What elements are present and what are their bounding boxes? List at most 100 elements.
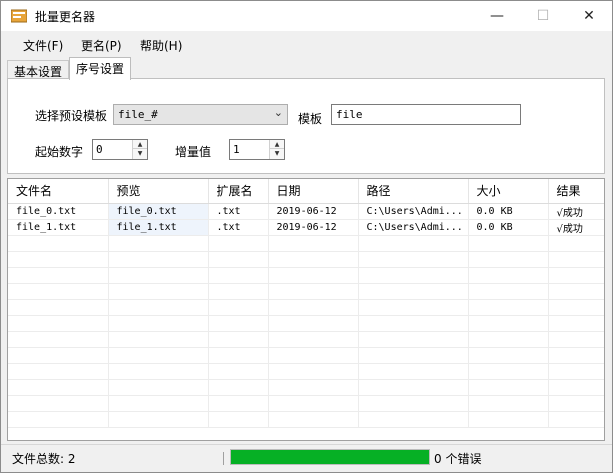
minimize-button[interactable]: — [474,1,520,31]
empty-row [8,315,604,332]
empty-cell [8,363,109,380]
empty-cell [108,299,209,316]
file-table: 文件名 预览 扩展名 日期 路径 大小 结果 file_0.txt file_0… [8,179,604,428]
template-value: file [336,108,363,121]
header-row: 文件名 预览 扩展名 日期 路径 大小 结果 [8,179,604,204]
empty-row [8,235,604,252]
column-header-preview[interactable]: 预览 [108,179,209,204]
tab-basic-settings[interactable]: 基本设置 [7,60,70,80]
increment-label: 增量值 [175,145,212,159]
empty-cell [108,347,209,364]
menu-file[interactable]: 文件(F) [23,37,63,54]
empty-cell [8,283,109,300]
empty-row [8,363,604,380]
empty-cell [268,395,359,412]
column-header-filename[interactable]: 文件名 [8,179,109,204]
spin-down-icon[interactable]: ▼ [133,149,147,158]
empty-cell [468,363,549,380]
empty-cell [468,315,549,332]
empty-cell [358,363,469,380]
empty-cell [358,331,469,348]
close-button[interactable]: ✕ [566,1,612,31]
cell-extension: .txt [208,219,269,236]
empty-cell [358,235,469,252]
chevron-down-icon: ⌄ [273,106,283,119]
preset-dropdown[interactable]: file_# ⌄ [113,104,288,125]
empty-cell [358,299,469,316]
empty-cell [268,347,359,364]
empty-cell [358,347,469,364]
table-row[interactable]: file_0.txt file_0.txt .txt 2019-06-12 C:… [8,203,604,220]
column-header-result[interactable]: 结果 [548,179,604,204]
spin-down-icon[interactable]: ▼ [270,149,284,158]
tab-sequence-settings[interactable]: 序号设置 [69,57,132,80]
empty-cell [8,315,109,332]
empty-cell [468,347,549,364]
status-bar: 文件总数: 2 0 个错误 [1,444,612,472]
app-icon [11,9,27,23]
empty-cell [358,267,469,284]
start-number-label: 起始数字 [35,145,84,159]
empty-cell [548,363,604,380]
empty-cell [108,395,209,412]
maximize-button[interactable]: ☐ [520,1,566,31]
table-row[interactable]: file_1.txt file_1.txt .txt 2019-06-12 C:… [8,219,604,236]
empty-cell [208,347,269,364]
empty-cell [468,267,549,284]
empty-cell [468,251,549,268]
empty-row [8,395,604,412]
cell-result: √成功 [548,203,604,220]
empty-cell [548,331,604,348]
empty-cell [108,363,209,380]
column-header-extension[interactable]: 扩展名 [208,179,269,204]
empty-cell [468,395,549,412]
empty-cell [208,331,269,348]
menu-help[interactable]: 帮助(H) [140,37,182,54]
empty-cell [548,315,604,332]
empty-cell [8,251,109,268]
empty-cell [548,267,604,284]
cell-filename: file_1.txt [8,219,109,236]
template-input[interactable]: file [331,104,521,125]
start-number-stepper[interactable]: 0 ▲ ▼ [92,139,148,160]
empty-cell [468,411,549,428]
empty-cell [268,267,359,284]
empty-cell [8,235,109,252]
empty-cell [208,395,269,412]
empty-cell [208,283,269,300]
column-header-date[interactable]: 日期 [268,179,359,204]
empty-cell [208,267,269,284]
increment-value: 1 [233,143,240,156]
empty-row [8,379,604,396]
empty-cell [548,299,604,316]
empty-cell [548,251,604,268]
empty-cell [548,283,604,300]
empty-row [8,347,604,364]
spin-up-icon[interactable]: ▲ [133,140,147,149]
file-list-grid[interactable]: 文件名 预览 扩展名 日期 路径 大小 结果 file_0.txt file_0… [7,178,605,441]
empty-cell [268,363,359,380]
empty-cell [468,379,549,396]
empty-cell [268,315,359,332]
empty-cell [268,235,359,252]
empty-cell [208,251,269,268]
column-header-size[interactable]: 大小 [468,179,549,204]
empty-cell [108,331,209,348]
progress-fill [231,450,429,464]
window-title: 批量更名器 [35,10,96,24]
empty-cell [108,315,209,332]
cell-size: 0.0 KB [468,219,549,236]
empty-cell [468,283,549,300]
preset-label: 选择预设模板 [35,109,108,123]
sequence-settings-panel: 选择预设模板 file_# ⌄ 模板 file 起始数字 0 ▲ ▼ 增量值 1… [7,78,605,174]
cell-date: 2019-06-12 [268,219,359,236]
empty-cell [8,299,109,316]
column-header-path[interactable]: 路径 [358,179,469,204]
empty-cell [548,411,604,428]
empty-cell [8,379,109,396]
empty-row [8,283,604,300]
spin-up-icon[interactable]: ▲ [270,140,284,149]
menu-rename[interactable]: 更名(P) [81,37,122,54]
title-bar[interactable]: 批量更名器 — ☐ ✕ [1,1,612,31]
increment-stepper[interactable]: 1 ▲ ▼ [229,139,285,160]
